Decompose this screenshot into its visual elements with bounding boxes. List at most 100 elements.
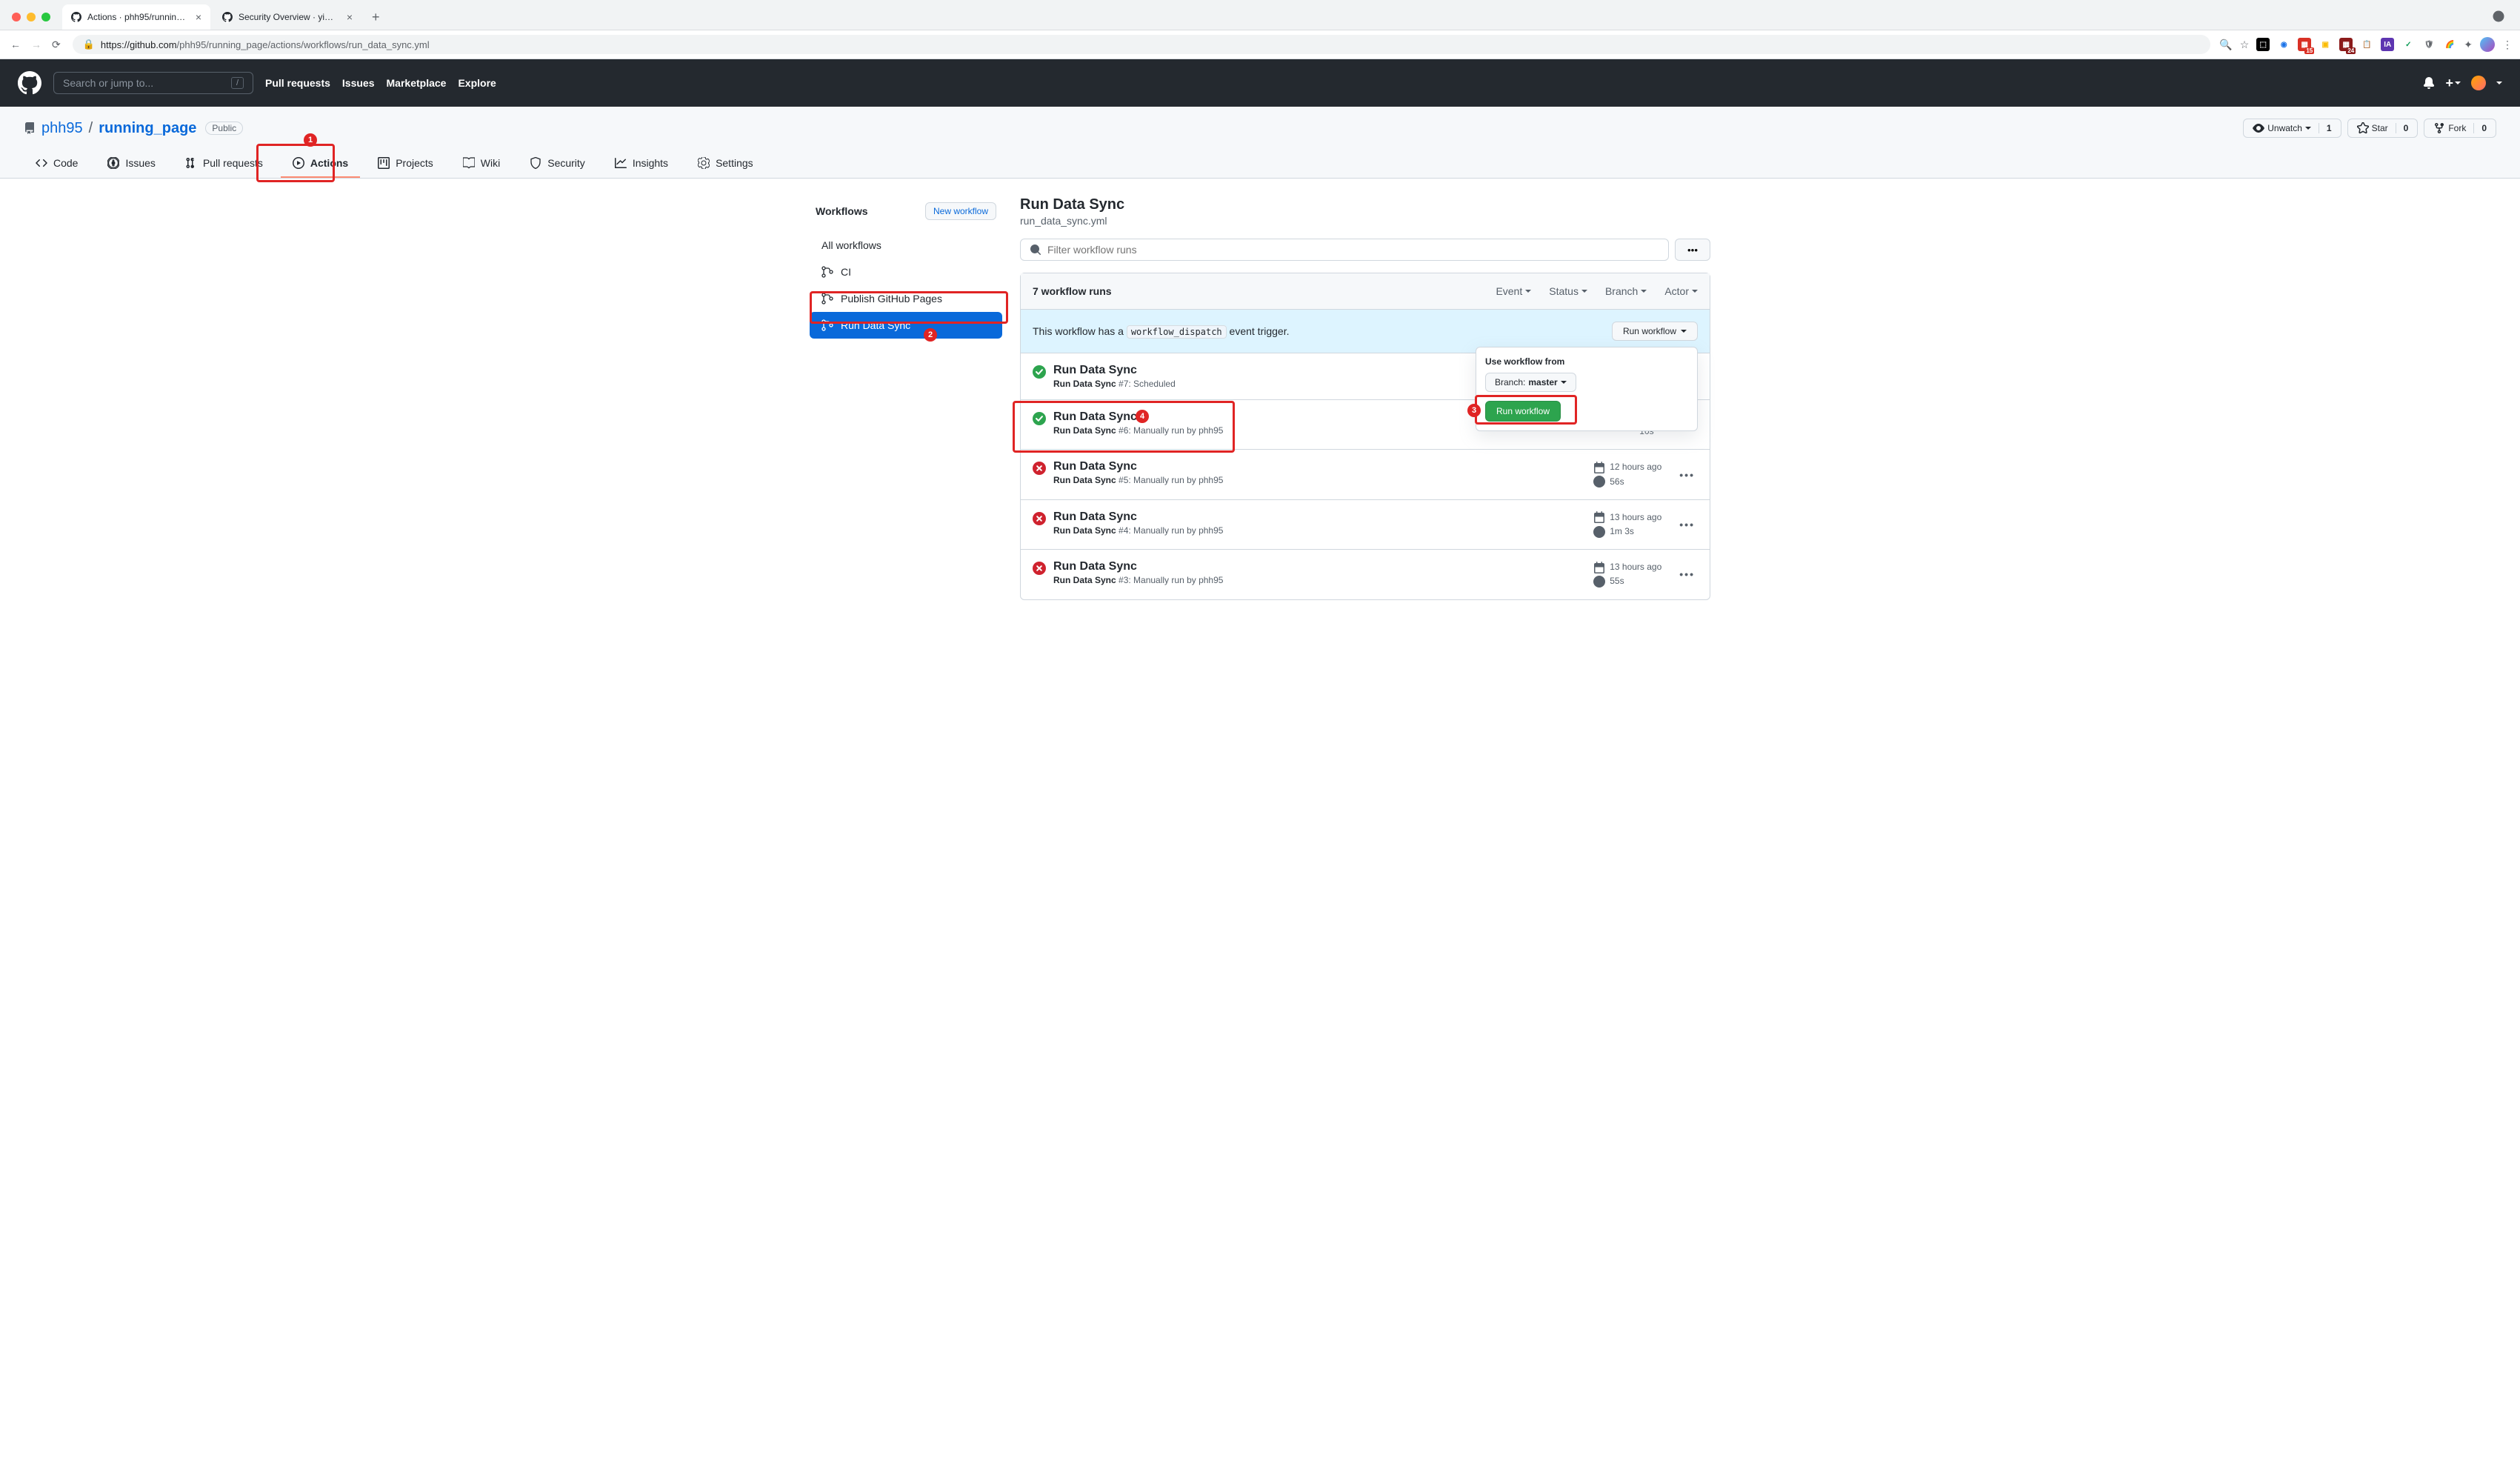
extensions-menu-icon[interactable]: ✦ [2464, 39, 2473, 51]
star-button[interactable]: Star0 [2347, 119, 2419, 138]
run-filters: Event Status Branch Actor [1496, 285, 1698, 297]
nav-explore[interactable]: Explore [458, 77, 496, 89]
repo-name-link[interactable]: running_page [99, 120, 196, 137]
user-avatar[interactable] [2471, 76, 2486, 90]
github-favicon-icon [71, 11, 81, 23]
window-controls[interactable] [6, 13, 59, 21]
tab-actions[interactable]: Actions [281, 150, 360, 178]
tab-wiki[interactable]: Wiki [451, 150, 512, 178]
sidebar-item-run-data-sync[interactable]: Run Data Sync [810, 312, 1002, 339]
forward-button[interactable]: → [31, 39, 41, 51]
tab-settings[interactable]: Settings [686, 150, 765, 178]
address-bar: ← → ⟳ 🔒 https://github.com/phh95/running… [0, 30, 2520, 59]
nav-issues[interactable]: Issues [342, 77, 375, 89]
extension-icon[interactable]: 🛡 [2422, 38, 2436, 51]
repo-owner-link[interactable]: phh95 [41, 120, 83, 137]
page-title: Run Data Sync [1020, 196, 1710, 213]
extension-icon[interactable]: ✓ [2401, 38, 2415, 51]
user-menu-caret-icon[interactable] [2496, 81, 2502, 84]
workflow-run-row[interactable]: Run Data SyncRun Data Sync #4: Manually … [1021, 500, 1710, 550]
browser-account-icon[interactable] [2492, 10, 2514, 25]
filter-branch[interactable]: Branch [1605, 285, 1647, 297]
browser-menu-icon[interactable]: ⋮ [2502, 39, 2513, 51]
filter-text-field[interactable] [1047, 244, 1659, 256]
run-workflow-submit-button[interactable]: Run workflow [1485, 401, 1561, 422]
new-tab-button[interactable]: + [364, 10, 387, 25]
filter-input[interactable] [1020, 239, 1669, 261]
tab-title: Actions · phh95/running_page [87, 12, 187, 22]
page-subtitle: run_data_sync.yml [1020, 215, 1710, 227]
search-icon [1030, 244, 1041, 256]
run-workflow-popover: Use workflow from Branch: master Run wor… [1476, 347, 1698, 431]
visibility-badge: Public [205, 122, 243, 135]
run-count: 7 workflow runs [1033, 285, 1112, 297]
minimize-window-icon[interactable] [27, 13, 36, 21]
tab-bar: Actions · phh95/running_page × Security … [0, 0, 2520, 30]
tab-title: Security Overview · yihong061 [239, 12, 338, 22]
tab-code[interactable]: Code [24, 150, 90, 178]
sidebar-item-all-workflows[interactable]: All workflows [810, 232, 1002, 259]
workflow-content: Run Data Sync run_data_sync.yml ••• 7 wo… [1020, 196, 1710, 600]
tab-issues[interactable]: Issues [96, 150, 167, 178]
workflow-run-row[interactable]: Run Data SyncRun Data Sync #5: Manually … [1021, 450, 1710, 499]
extension-icon[interactable]: IA [2381, 38, 2394, 51]
browser-chrome: Actions · phh95/running_page × Security … [0, 0, 2520, 59]
popover-heading: Use workflow from [1485, 356, 1688, 367]
close-window-icon[interactable] [12, 13, 21, 21]
new-workflow-button[interactable]: New workflow [925, 202, 996, 220]
filter-status[interactable]: Status [1549, 285, 1587, 297]
back-button[interactable]: ← [10, 39, 21, 51]
run-menu-button[interactable]: ••• [1676, 565, 1698, 583]
workflows-sidebar: Workflows New workflow All workflowsCIPu… [810, 196, 1002, 600]
extension-icon[interactable]: 📋 [2360, 38, 2373, 51]
extension-icon[interactable]: 🌈 [2443, 38, 2456, 51]
extension-icon[interactable]: ⬚ [2256, 38, 2270, 51]
workflow-runs-box: 7 workflow runs Event Status Branch Acto… [1020, 273, 1710, 600]
maximize-window-icon[interactable] [41, 13, 50, 21]
github-logo-icon[interactable] [18, 71, 41, 95]
tab-pull-requests[interactable]: Pull requests [173, 150, 275, 178]
branch-selector[interactable]: Branch: master [1485, 373, 1576, 392]
nav-marketplace[interactable]: Marketplace [387, 77, 447, 89]
search-shortcut-hint: / [231, 77, 244, 89]
bookmark-icon[interactable]: ☆ [2240, 39, 2250, 51]
run-workflow-dropdown[interactable]: Run workflow [1612, 322, 1698, 341]
nav-pull-requests[interactable]: Pull requests [265, 77, 330, 89]
workflow-run-row[interactable]: Run Data SyncRun Data Sync #3: Manually … [1021, 550, 1710, 599]
unwatch-button[interactable]: Unwatch 1 [2243, 119, 2341, 138]
filter-event[interactable]: Event [1496, 285, 1531, 297]
tab-projects[interactable]: Projects [366, 150, 445, 178]
tab-insights[interactable]: Insights [603, 150, 680, 178]
browser-tab-active[interactable]: Actions · phh95/running_page × [62, 4, 210, 30]
search-placeholder: Search or jump to... [63, 77, 153, 89]
fork-button[interactable]: Fork0 [2424, 119, 2496, 138]
extension-icon[interactable]: ◉ [2277, 38, 2290, 51]
extension-icon[interactable]: ▣ [2319, 38, 2332, 51]
sidebar-item-ci[interactable]: CI [810, 259, 1002, 285]
path-separator: / [89, 120, 93, 137]
reload-button[interactable]: ⟳ [52, 39, 61, 51]
notifications-icon[interactable] [2423, 77, 2435, 89]
close-tab-icon[interactable]: × [347, 11, 353, 23]
workflow-menu-button[interactable]: ••• [1675, 239, 1710, 261]
github-header: Search or jump to... / Pull requests Iss… [0, 59, 2520, 107]
search-input[interactable]: Search or jump to... / [53, 72, 253, 94]
repo-header: phh95 / running_page Public Unwatch 1 St… [0, 107, 2520, 179]
close-tab-icon[interactable]: × [196, 11, 201, 23]
dispatch-text: This workflow has a workflow_dispatch ev… [1033, 325, 1289, 337]
extension-icon[interactable]: ▦15 [2298, 38, 2311, 51]
zoom-icon[interactable]: 🔍 [2219, 39, 2232, 51]
browser-toolbar-icons: 🔍 ☆ ⬚ ◉ ▦15 ▣ ▦24 📋 IA ✓ 🛡 🌈 ✦ ⋮ [2219, 37, 2513, 52]
filter-actor[interactable]: Actor [1664, 285, 1698, 297]
url-input[interactable]: 🔒 https://github.com/phh95/running_page/… [73, 35, 2211, 54]
sidebar-item-publish-github-pages[interactable]: Publish GitHub Pages [810, 285, 1002, 312]
tab-security[interactable]: Security [518, 150, 597, 178]
extension-icon[interactable]: ▦24 [2339, 38, 2353, 51]
run-menu-button[interactable]: ••• [1676, 466, 1698, 484]
browser-tab-inactive[interactable]: Security Overview · yihong061 × [213, 4, 361, 30]
run-menu-button[interactable]: ••• [1676, 516, 1698, 533]
profile-avatar[interactable] [2480, 37, 2495, 52]
main-content: Workflows New workflow All workflowsCIPu… [786, 179, 1734, 618]
create-new-dropdown[interactable]: + [2445, 76, 2461, 91]
lock-icon: 🔒 [83, 39, 95, 50]
